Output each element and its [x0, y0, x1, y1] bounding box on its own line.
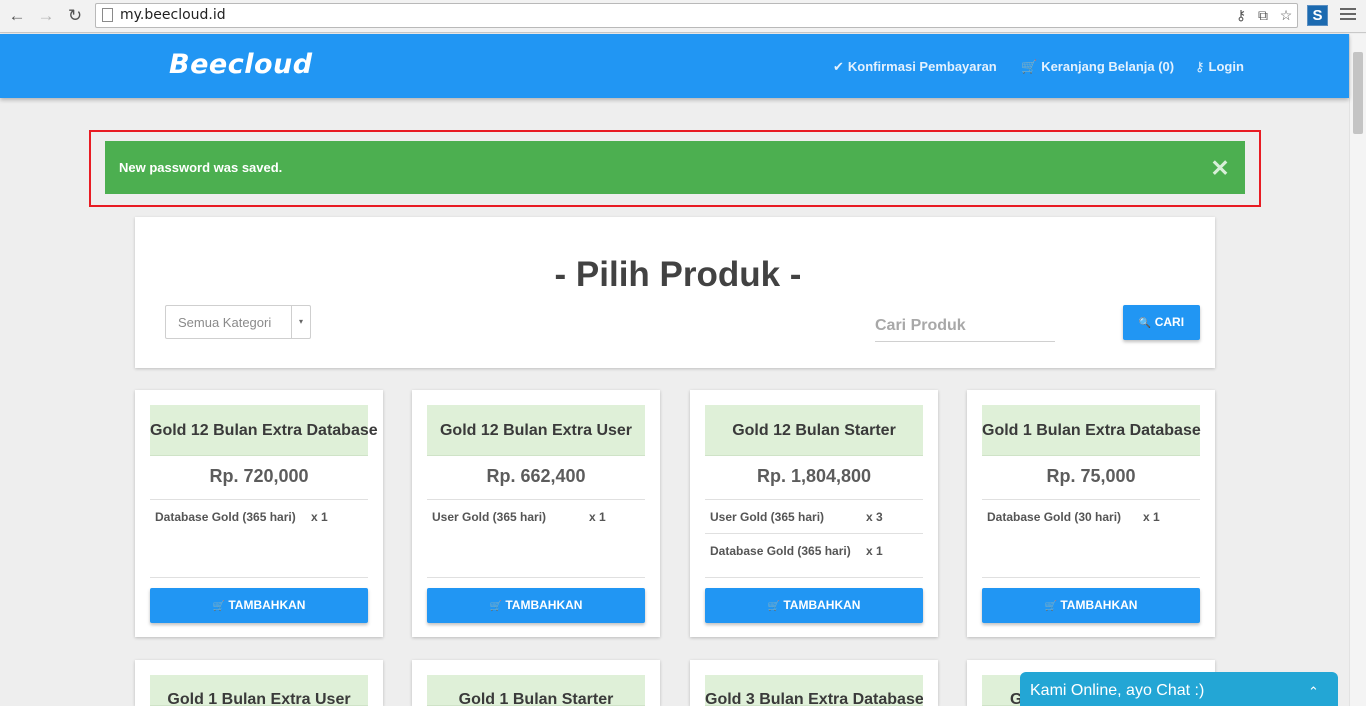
success-alert: New password was saved. ✕	[105, 141, 1245, 194]
product-filter-panel: - Pilih Produk - Semua Kategori ▾ 🔍 CARI	[135, 217, 1215, 368]
product-card: Gold 1 Bulan Extra User	[135, 660, 383, 706]
nav-label: Keranjang Belanja (0)	[1041, 59, 1175, 74]
search-button[interactable]: 🔍 CARI	[1123, 305, 1200, 340]
product-name: Gold 3 Bulan Extra Database	[705, 675, 923, 706]
cart-icon: 🛒	[1044, 601, 1057, 612]
product-card: Gold 3 Bulan Extra Database	[690, 660, 938, 706]
nav-label: Konfirmasi Pembayaran	[847, 59, 997, 74]
add-to-cart-label: TAMBAHKAN	[505, 598, 583, 612]
page-title: - Pilih Produk -	[554, 255, 802, 294]
browser-toolbar: ← → ↻ my.beecloud.id ⚷ ⧉ ☆ S	[0, 0, 1366, 33]
nav-keranjang-belanja[interactable]: 🛒 Keranjang Belanja (0)	[1021, 59, 1174, 75]
product-name: Gold 12 Bulan Extra Database	[150, 405, 378, 456]
close-icon[interactable]: ✕	[1209, 157, 1231, 180]
key-icon[interactable]: ⚷	[1232, 7, 1250, 24]
search-icon: 🔍	[1138, 318, 1152, 329]
live-chat-widget[interactable]: Kami Online, ayo Chat :) ⌃	[1020, 672, 1338, 706]
chat-label: Kami Online, ayo Chat :)	[1030, 682, 1205, 699]
product-card: Gold 1 Bulan Starter	[412, 660, 660, 706]
divider	[150, 499, 368, 500]
category-select-value: Semua Kategori	[178, 315, 272, 330]
divider	[705, 499, 923, 500]
feature-label: Database Gold (365 hari)	[155, 510, 296, 524]
scrollbar-thumb[interactable]	[1353, 52, 1363, 134]
nav-konfirmasi-pembayaran[interactable]: ✔ Konfirmasi Pembayaran	[833, 59, 997, 75]
product-name: Gold 1 Bulan Extra User	[150, 675, 368, 706]
cart-icon: 🛒	[767, 601, 780, 612]
product-price: Rp. 720,000	[209, 466, 309, 486]
product-name: Gold 1 Bulan Extra Database	[982, 405, 1201, 456]
add-to-cart-label: TAMBAHKAN	[1060, 598, 1138, 612]
page-icon	[102, 8, 113, 22]
divider	[427, 577, 645, 578]
divider	[982, 577, 1200, 578]
nav-label: Login	[1208, 59, 1244, 74]
translate-icon[interactable]: ⧉	[1254, 7, 1272, 24]
back-button[interactable]: ←	[7, 6, 27, 26]
add-to-cart-button[interactable]: 🛒 TAMBAHKAN	[150, 588, 368, 623]
divider	[150, 577, 368, 578]
product-name: Gold 12 Bulan Starter	[705, 405, 923, 456]
feature-qty: x 1	[311, 510, 328, 524]
feature-qty: x 1	[589, 510, 606, 524]
cart-icon: 🛒	[1021, 59, 1038, 74]
product-price: Rp. 1,804,800	[756, 466, 872, 486]
product-name: Gold 12 Bulan Extra User	[427, 405, 645, 456]
cart-icon: 🛒	[489, 601, 502, 612]
product-card: Gold 12 Bulan Extra Database Rp. 720,000…	[135, 390, 383, 637]
category-select[interactable]: Semua Kategori ▾	[165, 305, 311, 339]
chevron-down-icon: ▾	[291, 306, 310, 338]
divider	[427, 499, 645, 500]
url-text[interactable]: my.beecloud.id	[120, 7, 226, 23]
feature-qty: x 3	[866, 510, 883, 524]
site-logo[interactable]: Beecloud	[169, 49, 313, 80]
product-card: Gold 12 Bulan Starter Rp. 1,804,800 User…	[690, 390, 938, 637]
alert-message: New password was saved.	[119, 160, 283, 175]
reload-button[interactable]: ↻	[65, 6, 85, 26]
divider	[705, 577, 923, 578]
product-price: Rp. 662,400	[486, 466, 586, 486]
add-to-cart-label: TAMBAHKAN	[783, 598, 861, 612]
add-to-cart-button[interactable]: 🛒 TAMBAHKAN	[982, 588, 1200, 623]
feature-qty: x 1	[866, 544, 883, 558]
address-bar[interactable]: my.beecloud.id ⚷ ⧉ ☆	[95, 3, 1298, 28]
search-button-label: CARI	[1154, 315, 1185, 329]
product-card: Gold 12 Bulan Extra User Rp. 662,400 Use…	[412, 390, 660, 637]
browser-menu-icon[interactable]	[1340, 8, 1356, 23]
chevron-up-icon[interactable]: ⌃	[1308, 684, 1319, 700]
check-icon: ✔	[833, 59, 844, 74]
key-icon: ⚷	[1195, 59, 1205, 74]
add-to-cart-button[interactable]: 🛒 TAMBAHKAN	[705, 588, 923, 623]
feature-label: Database Gold (365 hari)	[710, 544, 851, 558]
site-header: Beecloud ✔ Konfirmasi Pembayaran 🛒 Keranja…	[0, 34, 1349, 98]
feature-label: User Gold (365 hari)	[432, 510, 547, 524]
forward-button[interactable]: →	[36, 6, 56, 26]
add-to-cart-button[interactable]: 🛒 TAMBAHKAN	[427, 588, 645, 623]
cart-icon: 🛒	[212, 601, 225, 612]
product-price: Rp. 75,000	[1046, 466, 1136, 486]
divider	[705, 533, 923, 534]
page-scrollbar[interactable]	[1349, 34, 1366, 706]
feature-qty: x 1	[1143, 510, 1160, 524]
add-to-cart-label: TAMBAHKAN	[228, 598, 306, 612]
bookmark-star-icon[interactable]: ☆	[1277, 7, 1295, 24]
nav-login[interactable]: ⚷ Login	[1195, 59, 1244, 75]
extension-icon[interactable]: S	[1307, 5, 1328, 26]
feature-label: User Gold (365 hari)	[710, 510, 825, 524]
feature-label: Database Gold (30 hari)	[987, 510, 1122, 524]
product-name: Gold 1 Bulan Starter	[427, 675, 645, 706]
divider	[982, 499, 1200, 500]
product-card: Gold 1 Bulan Extra Database Rp. 75,000 D…	[967, 390, 1215, 637]
search-input[interactable]	[875, 311, 1055, 342]
